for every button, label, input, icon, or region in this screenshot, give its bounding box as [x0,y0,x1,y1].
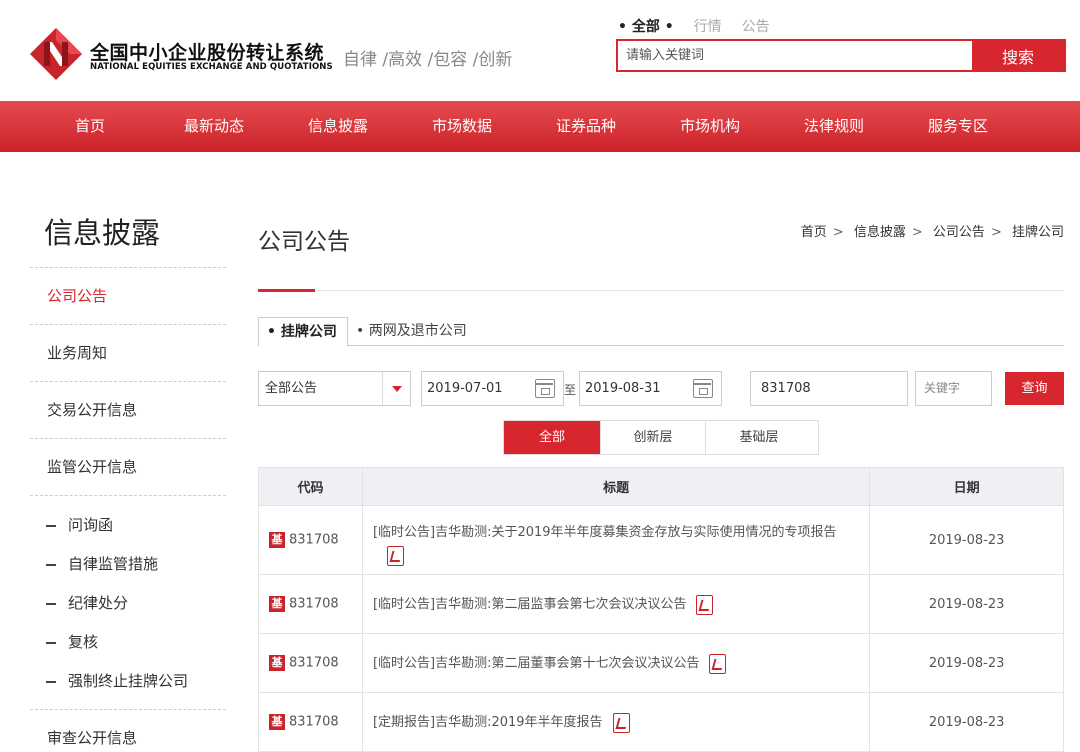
table-row: 基 831708 [定期报告]吉华勘测:2019年半年度报告 2019-08-23 [258,692,1064,752]
query-button[interactable]: 查询 [1005,372,1064,405]
nav-news[interactable]: 最新动态 [152,101,276,152]
breadcrumb-home[interactable]: 首页 [801,225,827,240]
announcement-table: 代码 标题 日期 基 831708 [临时公告]吉华勘测:关于2019年半年度募集… [258,467,1064,752]
sidebar-title: 信息披露 [30,210,226,268]
column-header-title: 标题 [361,467,871,506]
search-tab-all[interactable]: • 全部 • [618,16,674,36]
tab-listed-companies[interactable]: • 挂牌公司 [258,317,348,347]
sidebar: 信息披露 公司公告 业务周知 交易公开信息 监管公开信息 问询函 自律监管措施 … [30,210,226,752]
title-divider [258,289,1064,292]
nav-securities[interactable]: 证券品种 [524,101,648,152]
calendar-icon[interactable] [693,379,713,398]
keyword-input[interactable]: 关键字 [915,371,992,406]
code-input[interactable]: 831708 [750,371,908,406]
pdf-icon[interactable] [612,712,630,733]
nav-institutions[interactable]: 市场机构 [648,101,772,152]
logo-text-cn[interactable]: 全国中小企业股份转让系统 [90,38,324,65]
company-type-tabs: • 挂牌公司 • 两网及退市公司 [258,317,1064,347]
row-date: 2019-08-23 [869,574,1064,634]
filter-bar: 全部公告 2019-07-01 至 2019-08-31 831708 关键字 … [258,371,1064,407]
search-scope-tabs: • 全部 • 行情 公告 [618,16,770,36]
row-date: 2019-08-23 [869,692,1064,752]
nav-disclosure[interactable]: 信息披露 [276,101,400,152]
row-title-link[interactable]: [定期报告]吉华勘测:2019年半年度报告 [373,715,603,730]
row-code[interactable]: 831708 [289,533,339,548]
row-code[interactable]: 831708 [289,597,339,612]
dash-icon [46,563,56,566]
date-from-input[interactable]: 2019-07-01 [421,371,564,406]
slogan: 自律 /高效 /包容 /创新 [343,50,513,70]
sidebar-item-trading-info[interactable]: 交易公开信息 [30,382,226,439]
row-title-link[interactable]: [临时公告]吉华勘测:第二届董事会第十七次会议决议公告 [373,656,700,671]
table-row: 基 831708 [临时公告]吉华勘测:第二届监事会第七次会议决议公告 2019-… [258,574,1064,634]
sidebar-sub-disciplinary[interactable]: 纪律处分 [30,584,226,623]
basic-tier-badge: 基 [269,596,285,612]
sidebar-sub-self-regulatory[interactable]: 自律监管措施 [30,545,226,584]
caret-down-icon[interactable] [382,372,410,405]
pdf-icon[interactable] [386,545,404,566]
sidebar-item-company-announcements[interactable]: 公司公告 [30,268,226,325]
table-row: 基 831708 [临时公告]吉华勘测:第二届董事会第十七次会议决议公告 2019… [258,633,1064,693]
tier-all[interactable]: 全部 [504,421,601,454]
nav-market-data[interactable]: 市场数据 [400,101,524,152]
logo-icon[interactable] [30,28,82,80]
row-date: 2019-08-23 [869,505,1064,575]
announcement-type-select[interactable]: 全部公告 [258,371,411,406]
dash-icon [46,641,56,644]
site-header: 全国中小企业股份转让系统 NATIONAL EQUITIES EXCHANGE … [0,0,1080,100]
date-separator: 至 [564,383,577,397]
row-code[interactable]: 831708 [289,656,339,671]
search-box: 搜索 [616,39,1066,72]
dash-icon [46,524,56,527]
date-to-input[interactable]: 2019-08-31 [579,371,722,406]
tier-basic[interactable]: 基础层 [706,421,812,454]
row-date: 2019-08-23 [869,633,1064,693]
dash-icon [46,680,56,683]
calendar-icon[interactable] [535,379,555,398]
nav-services[interactable]: 服务专区 [896,101,1020,152]
basic-tier-badge: 基 [269,714,285,730]
breadcrumb-company-announcements[interactable]: 公司公告 [933,225,985,240]
sidebar-sub-delisting[interactable]: 强制终止挂牌公司 [30,662,226,701]
pdf-icon[interactable] [709,653,727,674]
row-code[interactable]: 831708 [289,715,339,730]
sidebar-sub-inquiry-letter[interactable]: 问询函 [30,506,226,545]
basic-tier-badge: 基 [269,655,285,671]
sidebar-sub-list: 问询函 自律监管措施 纪律处分 复核 强制终止挂牌公司 [30,496,226,710]
logo-text-en[interactable]: NATIONAL EQUITIES EXCHANGE AND QUOTATION… [90,62,333,72]
main-nav: 首页 最新动态 信息披露 市场数据 证券品种 市场机构 法律规则 服务专区 [0,101,1080,152]
breadcrumb-listed-companies: 挂牌公司 [1011,225,1064,240]
sidebar-item-review-info[interactable]: 审查公开信息 [30,710,226,752]
column-header-date: 日期 [869,467,1064,506]
sidebar-sub-review[interactable]: 复核 [30,623,226,662]
search-tab-announcements[interactable]: 公告 [742,16,770,36]
tier-filter: 全部 创新层 基础层 [503,420,819,455]
search-button[interactable]: 搜索 [972,41,1064,70]
tab-delisted-companies[interactable]: • 两网及退市公司 [348,317,477,347]
dash-icon [46,602,56,605]
nav-rules[interactable]: 法律规则 [772,101,896,152]
row-title-link[interactable]: [临时公告]吉华勘测:关于2019年半年度募集资金存放与实际使用情况的专项报告 [373,525,837,540]
table-row: 基 831708 [临时公告]吉华勘测:关于2019年半年度募集资金存放与实际使用… [258,505,1064,575]
sidebar-item-business-notices[interactable]: 业务周知 [30,325,226,382]
pdf-icon[interactable] [696,594,714,615]
search-input[interactable] [618,41,972,70]
tier-innovation[interactable]: 创新层 [601,421,706,454]
sidebar-item-regulatory-info[interactable]: 监管公开信息 [30,439,226,496]
row-title-link[interactable]: [临时公告]吉华勘测:第二届监事会第七次会议决议公告 [373,597,687,612]
breadcrumb: 首页 > 信息披露 > 公司公告 > 挂牌公司 [800,225,1064,240]
basic-tier-badge: 基 [269,532,285,548]
nav-home[interactable]: 首页 [28,101,152,152]
search-tab-quotes[interactable]: 行情 [694,16,722,36]
page-title: 公司公告 [258,229,350,255]
column-header-code: 代码 [258,467,363,506]
breadcrumb-disclosure[interactable]: 信息披露 [854,225,906,240]
